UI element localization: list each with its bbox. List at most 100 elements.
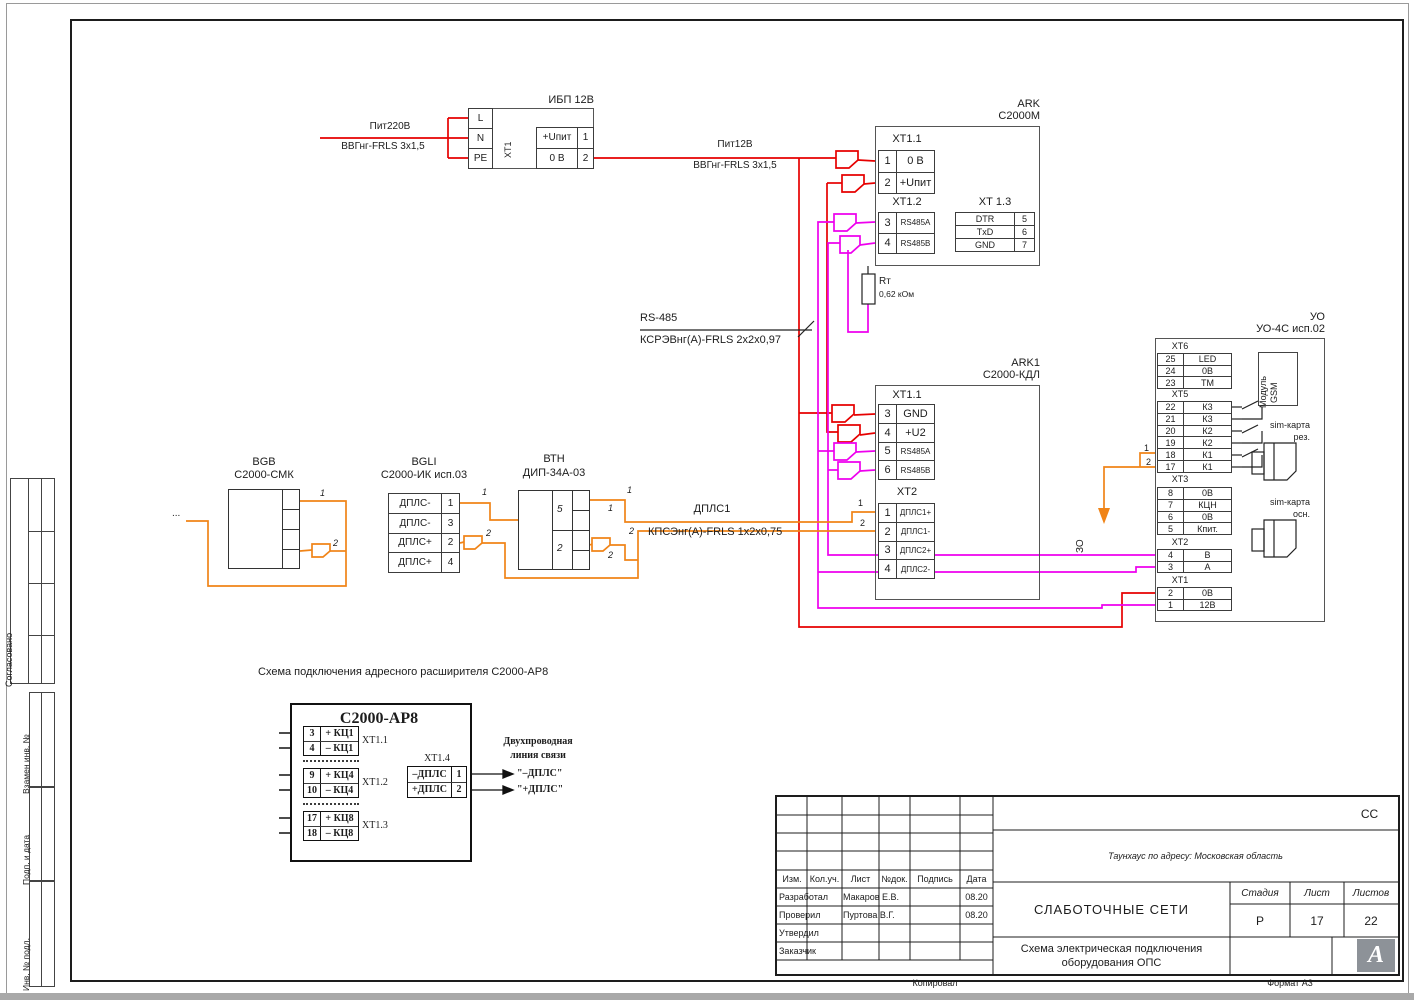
sign-date-label: Подп. и дата xyxy=(21,835,31,885)
ar8-line-label1: Двухпроводная xyxy=(503,736,572,747)
agreed-label: Согласовано xyxy=(4,633,14,687)
dpls-wire-name: ДПЛС1 xyxy=(694,503,731,515)
ar8-out-plus: "+ДПЛС" xyxy=(517,784,563,795)
ark-xt13-table: DTR5 TxD6 GND7 xyxy=(955,212,1035,252)
company-logo-letter: А xyxy=(1368,942,1384,969)
tb-sheet-title-line2: оборудования ОПС xyxy=(993,955,1230,971)
sidebar-stamps: Согласовано Взамен инв. № Подп. и дата И… xyxy=(0,0,70,1000)
psu-title: ИБП 12В xyxy=(548,94,594,106)
tb-role-checked: Проверил xyxy=(779,906,842,924)
tb-sheet-value: 17 xyxy=(1290,904,1344,937)
uo-xt3-header: ХТ3 xyxy=(1172,474,1189,484)
ar8-xt11-label: ХТ1.1 xyxy=(362,735,388,746)
ark-xt11-table: 10 В 2+Uпит xyxy=(878,150,935,194)
rt-value: 0,62 кОм xyxy=(879,289,914,299)
company-logo: А xyxy=(1357,939,1395,972)
tb-doc-title: СЛАБОТОЧНЫЕ СЕТИ xyxy=(993,882,1230,937)
uo-sim1-suffix: рез. xyxy=(1294,432,1310,442)
smk-wire1-num: 1 xyxy=(320,488,325,498)
psu-terminal-N: N xyxy=(469,129,492,148)
format-label: Формат А3 xyxy=(1267,978,1312,988)
ar8-xt14-header: ХТ1.4 xyxy=(424,753,450,764)
psu-xt-label: ХТ1 xyxy=(503,141,513,158)
tb-col-podpis: Подпись xyxy=(910,870,960,888)
tb-col-izm: Изм. xyxy=(777,870,807,888)
uo-gsm-label1: Модуль xyxy=(1258,376,1268,408)
ik-table: ДПЛС-1 ДПЛС-3 ДПЛС+2 ДПЛС+4 xyxy=(388,493,460,573)
tb-role-customer: Заказчик xyxy=(779,942,842,960)
tb-date-developed: 08.20 xyxy=(960,888,993,906)
dip-contact-5: 5 xyxy=(557,504,563,515)
tb-sheet-header: Лист xyxy=(1290,882,1344,904)
bottom-edge xyxy=(0,993,1414,1000)
ark-ref: ARK xyxy=(1017,98,1040,110)
smk-ref: BGB xyxy=(252,456,275,468)
kdl-wire1-num: 1 xyxy=(858,498,863,508)
ik-ref: BGLI xyxy=(411,456,436,468)
agreed-table: Согласовано xyxy=(10,478,55,684)
ar8-dots-2 xyxy=(303,803,359,805)
loop-continues-ellipsis: ... xyxy=(172,508,180,519)
kdl-model: С2000-КДЛ xyxy=(983,369,1040,381)
tb-date-checked: 08.20 xyxy=(960,906,993,924)
ar8-xt14-table: –ДПЛС1 +ДПЛС2 xyxy=(407,766,467,798)
uo-wire1-num: 1 xyxy=(1144,443,1149,453)
mains-wire-name: Пит220В xyxy=(370,121,411,132)
ar8-group2: 9+ КЦ4 10– КЦ4 xyxy=(303,768,359,798)
tb-object-name: Таунхаус по адресу: Московская область xyxy=(993,830,1398,882)
dip-block: 5 2 xyxy=(518,490,590,570)
dip-wire2a-num: 2 xyxy=(629,526,634,536)
ark-xt13-header: ХТ 1.3 xyxy=(979,196,1011,208)
rt-name: Rт xyxy=(879,276,891,287)
kdl-ref: ARK1 xyxy=(1011,357,1040,369)
tb-col-ndok: №док. xyxy=(879,870,910,888)
psu-terminal-L: L xyxy=(469,109,492,128)
psu-out-terminals: +Uпит1 0 В2 xyxy=(536,127,594,169)
uo-xt6-header: ХТ6 xyxy=(1172,341,1189,351)
schematic-sheet: Согласовано Взамен инв. № Подп. и дата И… xyxy=(0,0,1414,1000)
psu-pin-upit: +Uпит xyxy=(537,128,577,148)
uo-ref: УО xyxy=(1310,311,1325,323)
rt-resistor-symbol xyxy=(862,274,875,304)
tb-stage-value: Р xyxy=(1230,904,1290,937)
title-block: Изм. Кол.уч. Лист №док. Подпись Дата Раз… xyxy=(775,795,1400,976)
12v-wire-name: Пит12В xyxy=(717,139,752,150)
ar8-out-minus: "–ДПЛС" xyxy=(517,768,562,779)
kdl-xt11-table: 3GND 4+U2 5RS485A 6RS485B xyxy=(878,404,935,480)
uo-xt1-table: 20В 112В xyxy=(1157,587,1232,611)
tb-col-koluch: Кол.уч. xyxy=(807,870,842,888)
tb-role-approved: Утвердил xyxy=(779,924,842,942)
tb-name-developed: Макаров Е.В. xyxy=(843,888,910,906)
tb-col-data: Дата xyxy=(960,870,993,888)
ar8-dots-1 xyxy=(303,760,359,762)
ik-wire1-num: 1 xyxy=(482,487,487,497)
tb-role-developed: Разработал xyxy=(779,888,842,906)
copied-label: Копировал xyxy=(912,978,957,988)
kdl-wire2-num: 2 xyxy=(860,518,865,528)
inventory-cell: Инв. № подл. xyxy=(29,880,55,987)
uo-model: УО-4С исп.02 xyxy=(1256,323,1325,335)
psu-terminal-PE: PE xyxy=(469,149,492,168)
uo-xt1-header: ХТ1 xyxy=(1172,575,1189,585)
dpls-wire-cable: КПСЭнг(А)-FRLS 1х2х0,75 xyxy=(648,526,782,538)
uo-xt5-table: 22К3 21К3 20К2 19К2 18К1 17К1 xyxy=(1157,401,1232,473)
mains-wire-cable: ВВГнг-FRLS 3х1,5 xyxy=(341,141,425,152)
zo-arrowhead xyxy=(1098,508,1110,524)
inventory-label: Инв. № подл. xyxy=(21,938,31,991)
dip-contact-2: 2 xyxy=(557,543,563,554)
tb-sheets-value: 22 xyxy=(1344,904,1398,937)
kdl-xt2-table: 1ДПЛС1+ 2ДПЛС1- 3ДПЛС2+ 4ДПЛС2- xyxy=(878,503,935,579)
smk-model: С2000-СМК xyxy=(234,469,293,481)
uo-xt2-header: ХТ2 xyxy=(1172,537,1189,547)
ar8-line-label2: линия связи xyxy=(510,750,566,761)
ark-xt12-table: 3RS485A 4RS485B xyxy=(878,212,935,254)
tb-col-list: Лист xyxy=(842,870,879,888)
ar8-caption: Схема подключения адресного расширителя … xyxy=(258,666,548,678)
ar8-xt13-label: ХТ1.3 xyxy=(362,820,388,831)
psu-mains-terminals: L N PE xyxy=(468,108,493,169)
zo-label: ЗО xyxy=(1075,539,1086,553)
ik-wire2-num: 2 xyxy=(486,528,491,538)
uo-xt5-header: ХТ5 xyxy=(1172,389,1189,399)
ark-model: С2000М xyxy=(998,110,1040,122)
ar8-group1: 3+ КЦ1 4– КЦ1 xyxy=(303,726,359,756)
